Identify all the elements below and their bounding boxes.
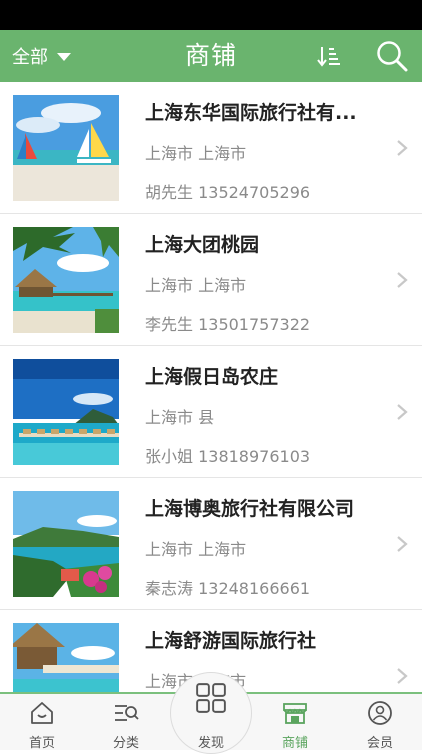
filter-dropdown[interactable]: 全部: [12, 30, 71, 82]
tab-category[interactable]: 分类: [84, 694, 168, 751]
shop-list-item[interactable]: 上海大团桃园 上海市 上海市 李先生 13501757322: [0, 214, 422, 346]
shop-location: 上海市 上海市: [145, 144, 247, 163]
shop-list-item[interactable]: 上海假日岛农庄 上海市 县 张小姐 13818976103: [0, 346, 422, 478]
shop-list-item[interactable]: 上海东华国际旅行社有... 上海市 上海市 胡先生 13524705296: [0, 82, 422, 214]
shop-name: 上海大团桃园: [145, 234, 260, 256]
shop-thumbnail: [13, 95, 119, 201]
discover-icon: [196, 683, 226, 713]
chevron-right-icon: [397, 140, 408, 156]
tab-shop[interactable]: 商铺: [253, 694, 337, 751]
shop-thumbnail: [13, 359, 119, 465]
app-header: 全部 商铺: [0, 30, 422, 82]
shop-thumbnail: [13, 623, 119, 692]
sort-button[interactable]: [316, 42, 344, 70]
home-icon: [31, 702, 53, 724]
shop-name: 上海假日岛农庄: [145, 366, 279, 388]
dropdown-caret-icon: [57, 53, 71, 61]
shop-thumbnail: [13, 227, 119, 333]
shop-contact: 秦志涛 13248166661: [145, 579, 311, 598]
shop-location: 上海市 县: [145, 408, 215, 427]
shop-list[interactable]: 上海东华国际旅行社有... 上海市 上海市 胡先生 13524705296 上海…: [0, 82, 422, 692]
status-bar: [0, 0, 422, 30]
chevron-right-icon: [397, 404, 408, 420]
tab-home[interactable]: 首页: [0, 694, 84, 751]
tab-label: 商铺: [281, 736, 308, 751]
shop-thumbnail: [13, 491, 119, 597]
shop-contact: 张小姐 13818976103: [145, 447, 311, 466]
chevron-right-icon: [397, 536, 408, 552]
member-icon: [368, 701, 392, 725]
tab-label: 发现: [197, 736, 224, 751]
shop-list-item[interactable]: 上海博奥旅行社有限公司 上海市 上海市 秦志涛 13248166661: [0, 478, 422, 610]
category-icon: [115, 705, 139, 721]
tab-member[interactable]: 会员: [338, 694, 422, 751]
shop-contact: 李先生 13501757322: [145, 315, 311, 334]
chevron-right-icon: [397, 272, 408, 288]
tab-discover[interactable]: 发现: [169, 683, 253, 751]
shop-name: 上海东华国际旅行社有...: [145, 102, 357, 124]
sort-icon: [317, 47, 340, 67]
tab-label: 分类: [112, 736, 139, 751]
search-button[interactable]: [374, 38, 410, 74]
shop-contact: 胡先生 13524705296: [145, 183, 311, 202]
tab-label: 首页: [28, 736, 55, 751]
shop-name: 上海舒游国际旅行社: [145, 630, 317, 652]
tab-label: 会员: [366, 736, 393, 751]
shop-icon: [283, 703, 307, 724]
filter-label: 全部: [12, 47, 48, 68]
chevron-right-icon: [397, 668, 408, 684]
shop-name: 上海博奥旅行社有限公司: [145, 498, 355, 520]
search-icon: [377, 41, 408, 72]
bottom-tab-bar: 首页 分类 发现 商铺 会员: [0, 672, 422, 754]
shop-location: 上海市 上海市: [145, 540, 247, 559]
shop-location: 上海市 上海市: [145, 276, 247, 295]
